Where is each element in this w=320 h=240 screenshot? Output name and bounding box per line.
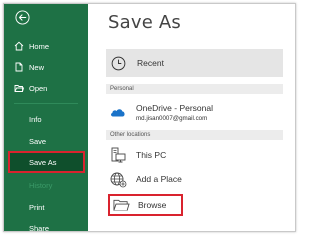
add-place-location[interactable]: Add a Place xyxy=(106,168,283,190)
nav-info[interactable]: Info xyxy=(4,110,88,128)
nav-save[interactable]: Save xyxy=(4,132,88,150)
nav-open-label: Open xyxy=(29,83,48,93)
nav-home[interactable]: Home xyxy=(4,37,88,55)
page-title: Save As xyxy=(108,12,181,33)
this-pc-location[interactable]: This PC xyxy=(106,144,283,166)
nav-share-label: Share xyxy=(29,223,50,232)
nav-history-label: History xyxy=(29,180,53,190)
nav-print-label: Print xyxy=(29,202,45,212)
backstage-sidebar: Home New Open Info Save Save As History xyxy=(4,4,88,232)
add-place-label: Add a Place xyxy=(136,174,182,184)
onedrive-text: OneDrive - Personal md.jisan0007@gmail.c… xyxy=(136,103,213,122)
clock-icon xyxy=(111,56,126,70)
recent-label: Recent xyxy=(137,58,164,68)
backstage-window: Home New Open Info Save Save As History xyxy=(3,3,296,232)
pc-icon xyxy=(111,147,126,163)
onedrive-name: OneDrive - Personal xyxy=(136,102,214,113)
other-locations-header: Other locations xyxy=(106,130,283,140)
globe-icon xyxy=(110,172,127,188)
nav-history: History xyxy=(4,176,88,194)
sidebar-divider xyxy=(14,103,78,104)
save-as-panel: Save As Recent Personal OneDrive - Perso… xyxy=(88,4,295,231)
nav-print[interactable]: Print xyxy=(4,198,88,216)
nav-new[interactable]: New xyxy=(4,58,88,76)
recent-location[interactable]: Recent xyxy=(106,49,283,77)
browse-label: Browse xyxy=(138,200,167,210)
nav-home-label: Home xyxy=(29,41,50,51)
nav-share[interactable]: Share xyxy=(4,219,88,232)
personal-section-header: Personal xyxy=(106,84,283,94)
back-arrow-icon[interactable] xyxy=(15,10,30,25)
new-document-icon xyxy=(15,62,23,72)
nav-save-as-label: Save As xyxy=(29,157,57,167)
this-pc-label: This PC xyxy=(136,150,167,160)
onedrive-location[interactable]: OneDrive - Personal md.jisan0007@gmail.c… xyxy=(106,99,283,125)
nav-info-label: Info xyxy=(29,114,42,124)
cloud-icon xyxy=(111,109,125,117)
nav-new-label: New xyxy=(29,62,45,72)
nav-save-as[interactable]: Save As xyxy=(8,151,85,173)
nav-open[interactable]: Open xyxy=(4,79,88,97)
folder-icon xyxy=(113,199,130,211)
open-folder-icon xyxy=(14,85,24,92)
browse-button[interactable]: Browse xyxy=(108,194,183,216)
onedrive-email: md.jisan0007@gmail.com xyxy=(136,114,208,122)
nav-save-label: Save xyxy=(29,136,47,146)
home-icon xyxy=(14,41,24,51)
